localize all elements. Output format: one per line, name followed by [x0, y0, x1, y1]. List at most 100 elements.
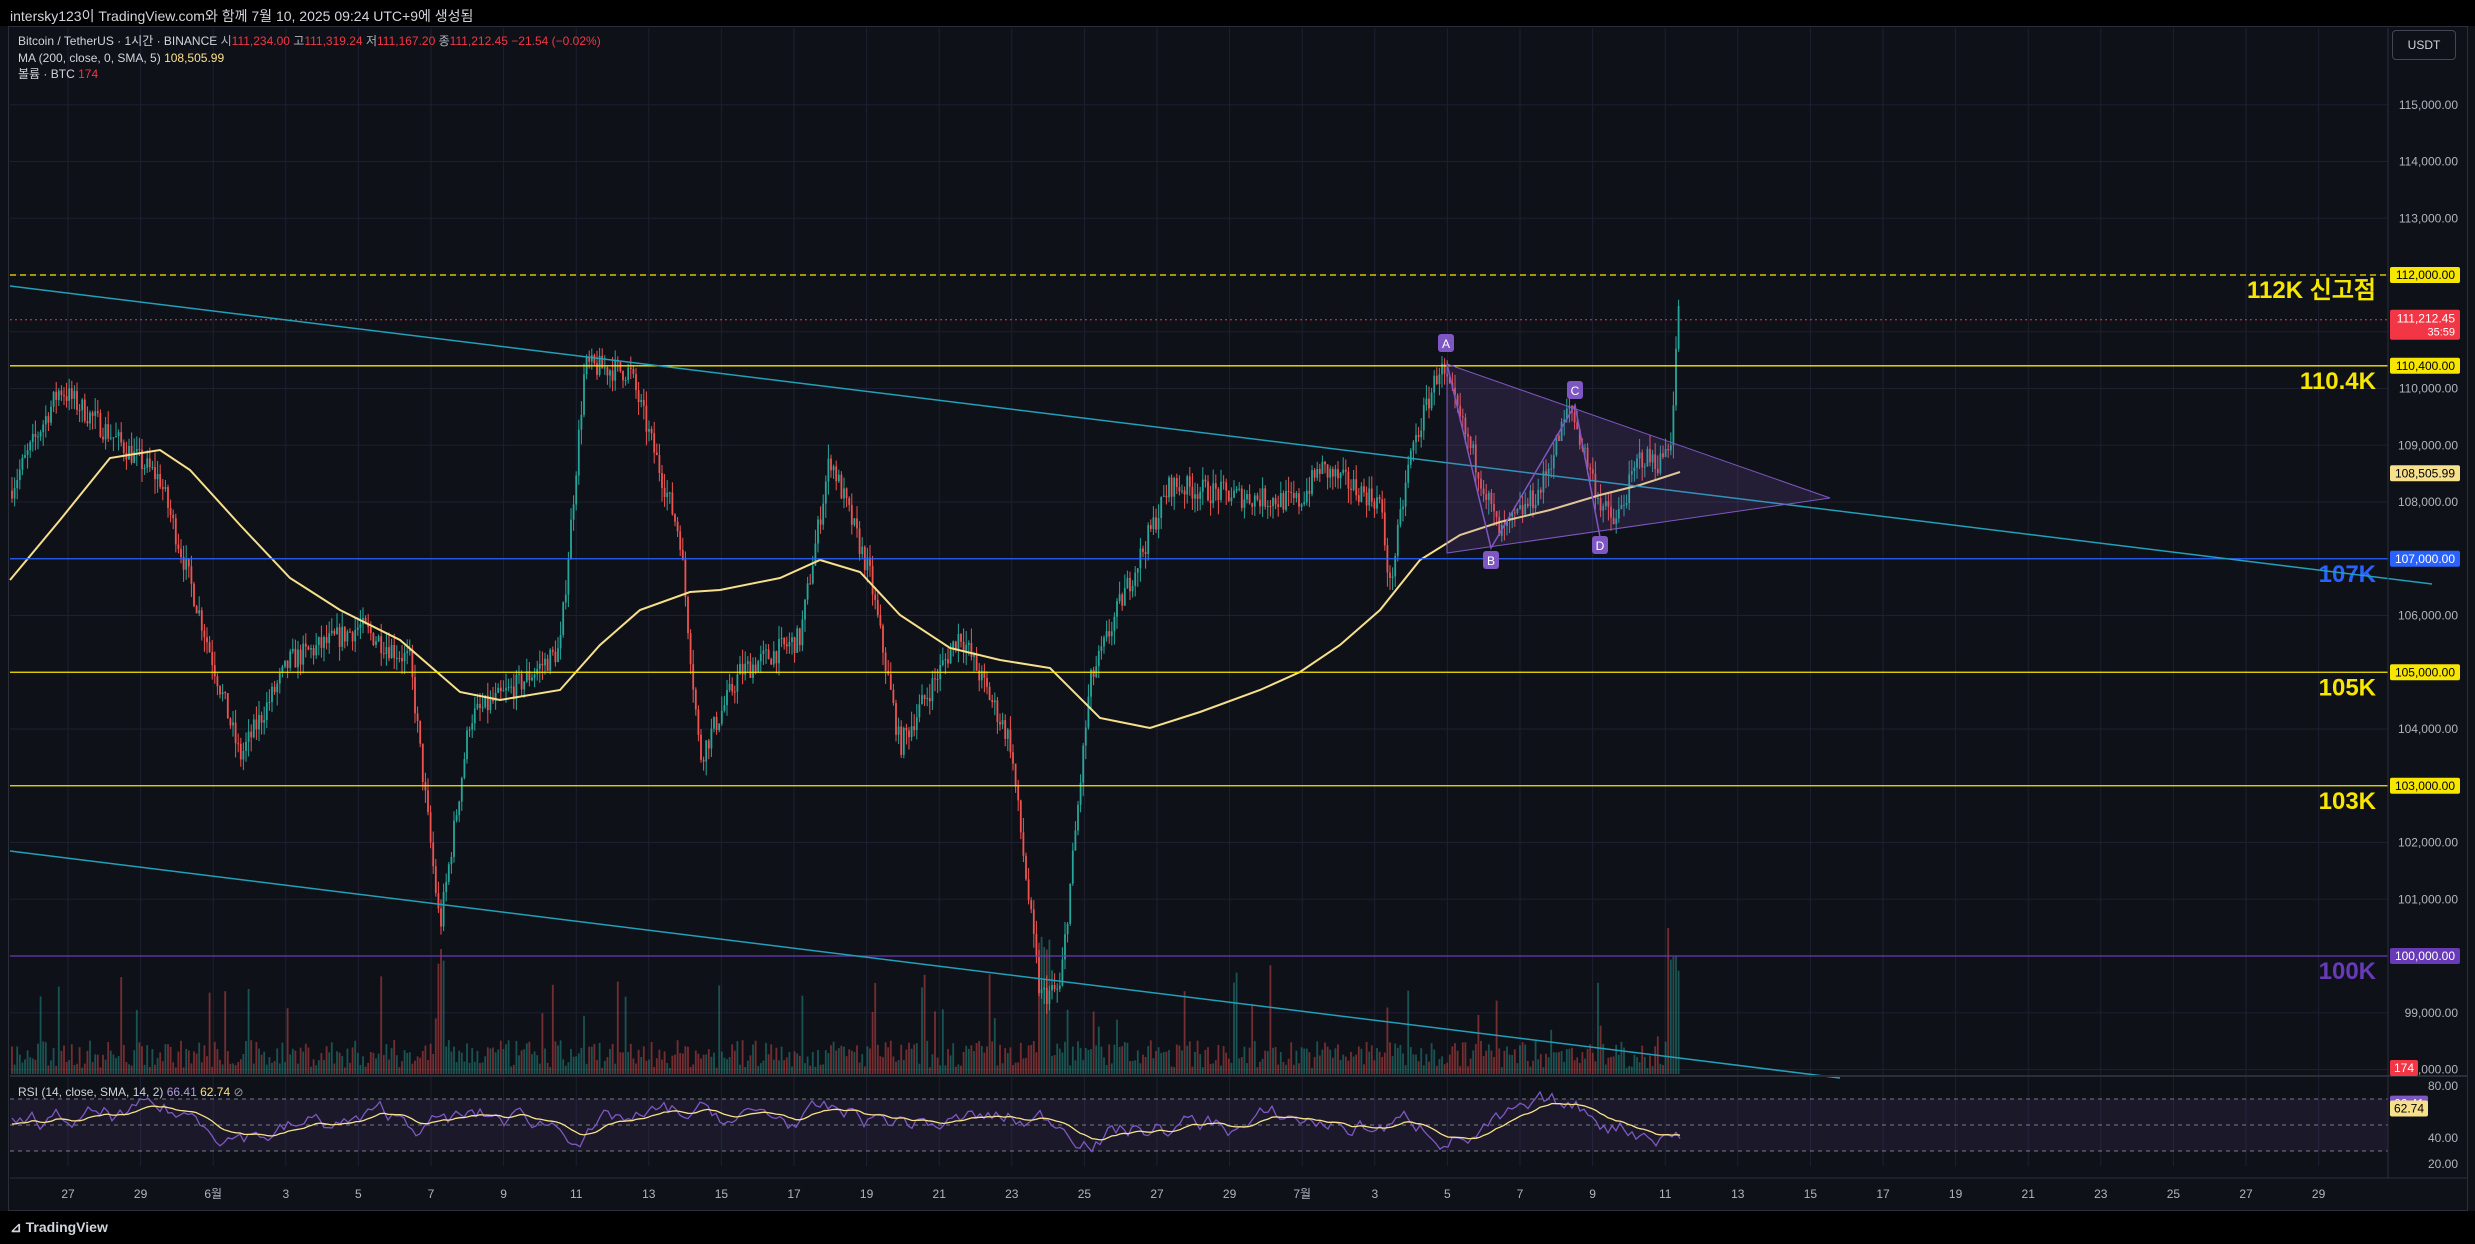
volume-bar — [237, 1062, 240, 1074]
candle-body — [1368, 488, 1371, 506]
candle-body — [200, 610, 203, 631]
volume-bar — [102, 1054, 104, 1074]
candle-body — [1412, 442, 1415, 451]
candle-body — [310, 647, 312, 650]
volume-bar — [1337, 1044, 1339, 1074]
volume-legend-row[interactable]: 볼륨 · BTC 174 — [18, 66, 98, 82]
candle-body — [1337, 469, 1339, 479]
volume-bar — [497, 1049, 500, 1074]
volume-bar — [1009, 1047, 1012, 1074]
volume-bar — [133, 1050, 136, 1074]
volume-bar — [713, 1052, 715, 1074]
candle-body — [1435, 375, 1438, 384]
volume-bar — [1264, 1050, 1267, 1074]
candle-body — [1022, 832, 1025, 856]
volume-bar — [749, 1055, 752, 1074]
volume-bar — [317, 1060, 320, 1074]
time-tick-label: 27 — [61, 1187, 75, 1201]
volume-bar — [349, 1062, 351, 1074]
countdown-label: 35:59 — [2427, 327, 2455, 339]
eye-off-icon[interactable]: ⊘ — [233, 1085, 243, 1099]
chart-canvas[interactable]: 112K 신고점110.4K107K105K103K100KABCD115,00… — [0, 0, 2475, 1244]
volume-bar — [1077, 1041, 1079, 1074]
candle-body — [811, 565, 814, 584]
volume-bar — [1261, 1058, 1264, 1074]
candle-body — [1298, 493, 1300, 507]
candle-body — [226, 693, 229, 719]
candle-body — [746, 661, 749, 664]
rsi-legend-row[interactable]: RSI (14, close, SMA, 14, 2) 66.41 62.74 … — [18, 1084, 244, 1100]
candle-body — [705, 740, 708, 762]
candle-body — [949, 649, 952, 664]
volume-bar — [247, 988, 250, 1074]
candle-body — [544, 658, 546, 666]
volume-bar — [468, 1062, 471, 1074]
volume-bar — [289, 1054, 292, 1074]
volume-bar — [1500, 1067, 1503, 1074]
volume-bar — [242, 1053, 245, 1074]
candle-body — [1376, 497, 1378, 509]
volume-bar — [190, 1063, 193, 1074]
volume-label[interactable]: 볼륨 · BTC — [18, 67, 75, 81]
time-tick-label: 25 — [2167, 1187, 2181, 1201]
volume-bar — [174, 1067, 177, 1074]
volume-bar — [1435, 1065, 1438, 1074]
volume-bar — [731, 1044, 734, 1074]
candle-body — [104, 424, 107, 440]
candle-body — [1321, 461, 1324, 474]
candle-body — [479, 703, 481, 708]
candle-body — [1235, 489, 1238, 491]
candle-body — [1363, 486, 1365, 493]
price-tick-label: 109,000.00 — [2398, 438, 2458, 452]
candle-body — [596, 363, 598, 375]
volume-bar — [1503, 1050, 1506, 1074]
volume-bar — [736, 1041, 739, 1074]
volume-bar — [590, 1046, 593, 1074]
volume-bar — [1201, 1067, 1204, 1074]
candle-body — [723, 705, 726, 711]
time-tick-label: 9 — [1589, 1187, 1596, 1201]
volume-bar — [520, 1050, 523, 1074]
volume-bar — [676, 1040, 679, 1074]
volume-bar — [479, 1063, 481, 1074]
volume-bar — [650, 1041, 653, 1074]
candle-body — [570, 519, 572, 560]
candle-body — [518, 673, 520, 675]
volume-bar — [1084, 1047, 1087, 1074]
ma-legend-row[interactable]: MA (200, close, 0, SMA, 5) 108,505.99 — [18, 50, 224, 66]
candle-body — [107, 424, 110, 439]
candle-body — [1214, 483, 1217, 489]
price-tick-label: 110,000.00 — [2399, 382, 2458, 396]
volume-bar — [260, 1054, 263, 1074]
rsi-label[interactable]: RSI (14, close, SMA, 14, 2) — [18, 1085, 163, 1099]
volume-bar — [853, 1052, 856, 1074]
candle-body — [1121, 594, 1124, 606]
volume-bar — [1425, 1054, 1428, 1074]
volume-bar — [122, 1044, 125, 1074]
currency-button[interactable]: USDT — [2392, 30, 2456, 60]
candle-body — [1097, 650, 1100, 667]
volume-bar — [1636, 1057, 1638, 1074]
high-value: 111,319.24 — [304, 34, 363, 48]
candle-body — [169, 507, 172, 515]
price-badge-label: 112,000.00 — [2396, 268, 2455, 282]
symbol-legend-row[interactable]: Bitcoin / TetherUS · 1시간 · BINANCE 시111,… — [18, 33, 601, 49]
candle-body — [76, 391, 78, 410]
candle-body — [583, 374, 585, 415]
symbol-title[interactable]: Bitcoin / TetherUS · 1시간 · BINANCE — [18, 34, 217, 48]
ma-label[interactable]: MA (200, close, 0, SMA, 5) — [18, 51, 161, 65]
candle-body — [1045, 987, 1048, 1005]
volume-bar — [78, 1047, 81, 1074]
candle-body — [1074, 830, 1077, 851]
volume-bar — [1589, 1044, 1592, 1074]
volume-bar — [1402, 1053, 1404, 1074]
volume-bar — [559, 1040, 562, 1074]
volume-bar — [130, 1065, 133, 1074]
volume-bar — [312, 1059, 315, 1074]
candle-body — [637, 390, 640, 403]
tradingview-logo[interactable]: ⊿ TradingView — [10, 1219, 108, 1236]
candle-body — [840, 474, 843, 499]
candle-body — [52, 391, 55, 407]
volume-bar — [757, 1065, 760, 1074]
volume-bar — [268, 1057, 271, 1074]
